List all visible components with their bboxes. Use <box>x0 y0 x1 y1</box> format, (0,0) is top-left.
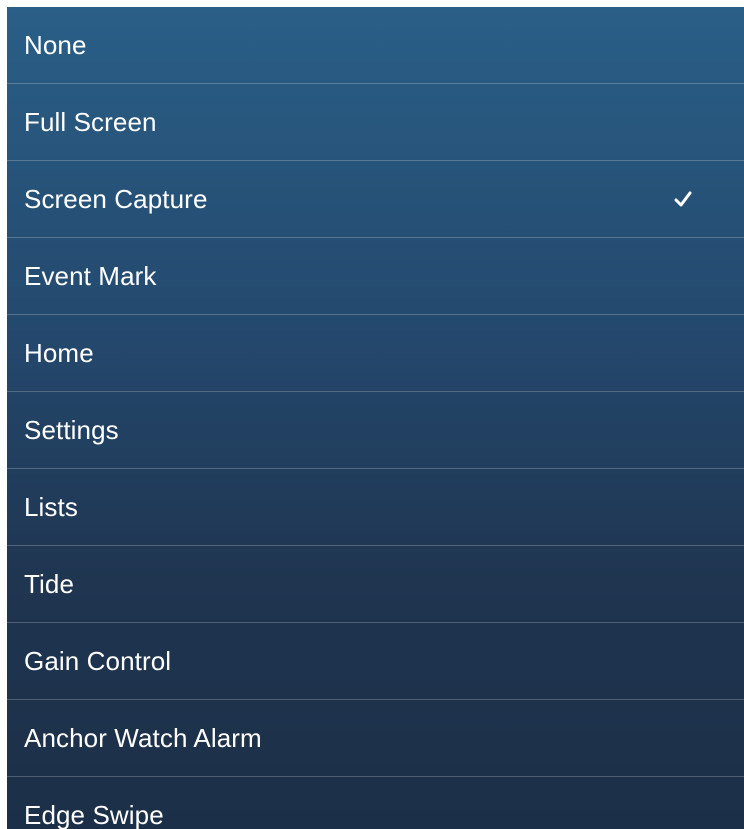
menu-item-label: Lists <box>24 491 78 522</box>
menu-item-event-mark[interactable]: Event Mark <box>7 238 744 315</box>
menu-item-label: Gain Control <box>24 645 172 676</box>
menu-item-screen-capture[interactable]: Screen Capture <box>7 161 744 238</box>
function-menu-list: None Full Screen Screen Capture Event Ma… <box>7 7 744 829</box>
menu-item-edge-swipe[interactable]: Edge Swipe <box>7 777 744 829</box>
menu-item-tide[interactable]: Tide <box>7 546 744 623</box>
menu-item-home[interactable]: Home <box>7 315 744 392</box>
menu-item-label: Home <box>24 337 94 368</box>
menu-item-gain-control[interactable]: Gain Control <box>7 623 744 700</box>
menu-item-lists[interactable]: Lists <box>7 469 744 546</box>
menu-item-label: Tide <box>24 568 75 599</box>
menu-item-none[interactable]: None <box>7 7 744 84</box>
menu-item-label: Anchor Watch Alarm <box>24 722 262 753</box>
menu-item-settings[interactable]: Settings <box>7 392 744 469</box>
menu-item-label: Event Mark <box>24 260 157 291</box>
menu-item-label: Full Screen <box>24 106 157 137</box>
menu-item-label: Screen Capture <box>24 183 208 214</box>
menu-item-anchor-watch-alarm[interactable]: Anchor Watch Alarm <box>7 700 744 777</box>
menu-item-label: Edge Swipe <box>24 800 164 829</box>
menu-item-full-screen[interactable]: Full Screen <box>7 84 744 161</box>
menu-item-label: None <box>24 29 87 60</box>
checkmark-icon <box>674 191 692 207</box>
menu-item-label: Settings <box>24 414 119 445</box>
